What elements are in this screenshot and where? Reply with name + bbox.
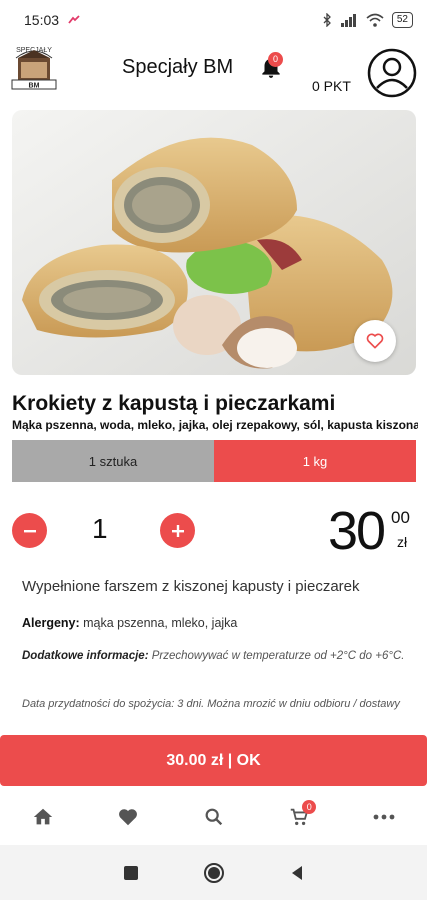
- extra-info-value: Przechowywać w temperaturze od +2°C do +…: [148, 650, 405, 662]
- messenger-icon: [68, 15, 80, 24]
- nav-cart[interactable]: 0: [256, 793, 341, 841]
- price-main: 30: [328, 501, 386, 561]
- quantity-increase-button[interactable]: [160, 513, 195, 548]
- heart-icon: [366, 333, 384, 349]
- extra-info: Dodatkowe informacje: Przechowywać w tem…: [22, 648, 412, 664]
- price-currency: zł: [397, 534, 408, 550]
- app-title: Specjały BM: [122, 56, 234, 78]
- plus-icon: [171, 524, 184, 537]
- more-icon: [373, 814, 395, 820]
- product-description: Wypełnione farszem z kiszonej kapusty i …: [22, 578, 360, 595]
- nav-more[interactable]: [342, 793, 427, 841]
- home-system-icon[interactable]: [203, 862, 225, 884]
- nav-favorites[interactable]: [85, 793, 170, 841]
- search-icon: [205, 808, 222, 826]
- add-to-cart-button[interactable]: 30.00 zł | OK: [0, 735, 427, 786]
- bottom-nav: 0: [0, 793, 427, 841]
- back-icon[interactable]: [289, 865, 305, 881]
- brand-logo[interactable]: SPECJAŁY BM: [6, 40, 62, 92]
- status-bar: 15:03 52: [0, 0, 427, 40]
- loyalty-points[interactable]: 0 PKT: [312, 78, 351, 94]
- favorite-button[interactable]: [354, 320, 396, 362]
- variant-selector: 1 sztuka 1 kg: [12, 440, 416, 482]
- status-time: 15:03: [24, 12, 60, 28]
- price-cents: 00: [391, 508, 410, 527]
- recents-icon[interactable]: [123, 865, 139, 881]
- quantity-decrease-button[interactable]: [12, 513, 47, 548]
- battery-indicator: 52: [391, 12, 413, 28]
- account-icon[interactable]: [367, 48, 417, 98]
- nav-home[interactable]: [0, 793, 85, 841]
- product-ingredients: Mąka pszenna, woda, mleko, jajka, olej r…: [12, 418, 418, 432]
- app-header: SPECJAŁY BM Specjały BM 0 0 PKT: [0, 40, 427, 100]
- variant-piece[interactable]: 1 sztuka: [12, 440, 214, 482]
- cart-badge: 0: [302, 800, 317, 814]
- allergens-value: mąka pszenna, mleko, jajka: [79, 616, 238, 630]
- nav-search[interactable]: [171, 793, 256, 841]
- shelf-life-info: Data przydatności do spożycia: 3 dni. Mo…: [22, 698, 400, 710]
- logo-text-bottom: BM: [29, 83, 40, 90]
- variant-kg[interactable]: 1 kg: [214, 440, 416, 482]
- home-icon: [33, 808, 52, 825]
- favorites-icon: [119, 809, 138, 826]
- minus-icon: [23, 529, 36, 532]
- extra-info-label: Dodatkowe informacje:: [22, 650, 149, 662]
- system-nav-bar: [0, 845, 427, 900]
- bluetooth-icon: [323, 13, 331, 27]
- signal-icon: [340, 14, 356, 27]
- wifi-icon: [366, 13, 384, 27]
- allergens-label: Alergeny:: [22, 616, 80, 630]
- notification-badge: 0: [268, 52, 283, 67]
- allergens-info: Alergeny: mąka pszenna, mleko, jajka: [22, 616, 417, 630]
- quantity-value: 1: [92, 513, 108, 544]
- product-title: Krokiety z kapustą i pieczarkami: [12, 392, 336, 415]
